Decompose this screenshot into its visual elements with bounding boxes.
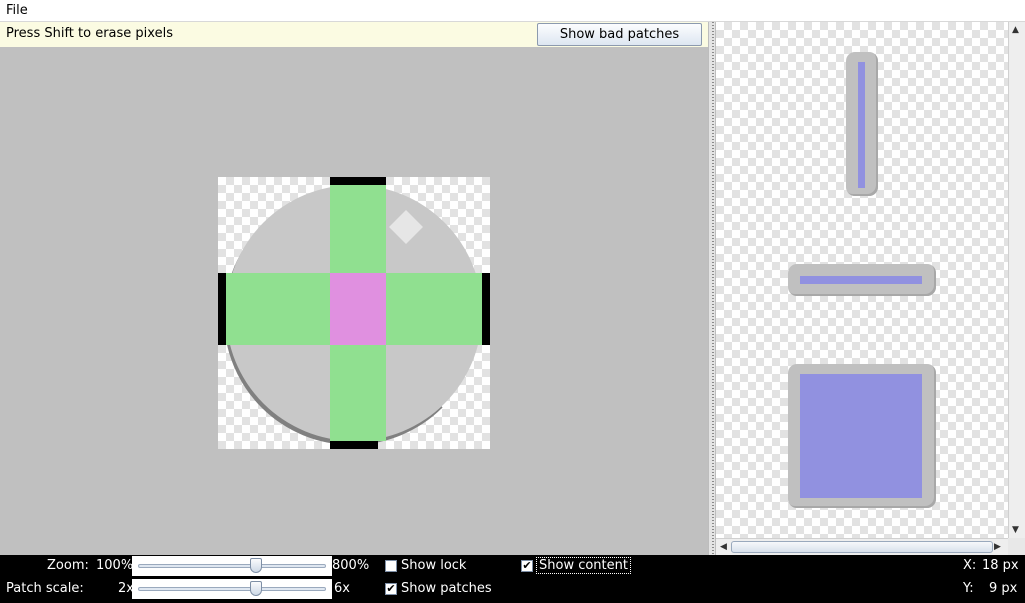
menu-file[interactable]: File xyxy=(6,3,28,18)
scroll-right-icon[interactable]: ▶ xyxy=(994,542,1001,552)
show-bad-patches-button[interactable]: Show bad patches xyxy=(537,23,702,46)
status-bar: Zoom: 100% 800% Patch scale: 2x 6x Show … xyxy=(0,555,1025,603)
center-patch xyxy=(330,273,386,345)
show-content-label[interactable]: Show content xyxy=(536,557,631,574)
patch-editor-panel: Press Shift to erase pixels Show bad pat… xyxy=(0,22,708,555)
show-lock-checkbox[interactable] xyxy=(385,560,397,572)
zoom-max-label: 800% xyxy=(332,558,370,573)
show-lock-label[interactable]: Show lock xyxy=(401,558,466,573)
preview-panel xyxy=(716,22,1008,540)
scroll-left-icon[interactable]: ◀ xyxy=(720,542,727,552)
zoom-slider-track xyxy=(138,564,326,568)
scroll-up-icon[interactable]: ▲ xyxy=(1012,25,1019,35)
bottom-content-marker xyxy=(330,441,378,449)
split-pane-divider[interactable] xyxy=(708,22,716,555)
zoom-slider[interactable] xyxy=(132,556,332,576)
preview-horizontal-scrollbar[interactable]: ◀ ▶ xyxy=(716,538,1008,555)
show-patches-checkbox[interactable]: ✔ xyxy=(385,583,397,595)
patch-scale-label: Patch scale: xyxy=(6,581,84,596)
nine-patch-canvas[interactable] xyxy=(218,177,490,449)
show-patches-label[interactable]: Show patches xyxy=(401,581,492,596)
patch-scale-max-label: 6x xyxy=(334,581,350,596)
y-coord-label: Y: xyxy=(963,581,974,596)
right-content-marker xyxy=(482,273,490,345)
zoom-slider-thumb[interactable] xyxy=(250,558,262,573)
patch-scale-slider[interactable] xyxy=(132,579,332,599)
preview-tall xyxy=(846,52,878,196)
divider-grip xyxy=(712,22,714,555)
patch-scale-slider-thumb[interactable] xyxy=(250,581,262,596)
x-coord-label: X: xyxy=(963,558,977,573)
horizontal-scroll-thumb[interactable] xyxy=(731,541,993,553)
patch-scale-slider-track xyxy=(138,587,326,591)
scroll-down-icon[interactable]: ▼ xyxy=(1012,525,1019,535)
scroll-corner xyxy=(1008,538,1025,555)
zoom-min-label: 100% xyxy=(96,558,134,573)
hint-bar: Press Shift to erase pixels Show bad pat… xyxy=(0,22,708,47)
zoom-label: Zoom: xyxy=(47,558,89,573)
x-coord-value: 18 px xyxy=(982,558,1019,573)
y-coord-value: 9 px xyxy=(989,581,1018,596)
preview-wide xyxy=(788,264,936,296)
show-content-checkbox[interactable]: ✔ xyxy=(521,560,533,572)
left-stretch-marker xyxy=(218,273,226,345)
preview-large xyxy=(788,364,936,508)
hint-text: Press Shift to erase pixels xyxy=(6,26,173,41)
preview-vertical-scrollbar[interactable]: ▲ ▼ xyxy=(1008,22,1025,540)
top-stretch-marker xyxy=(330,177,386,185)
menu-bar: File xyxy=(0,0,1025,22)
